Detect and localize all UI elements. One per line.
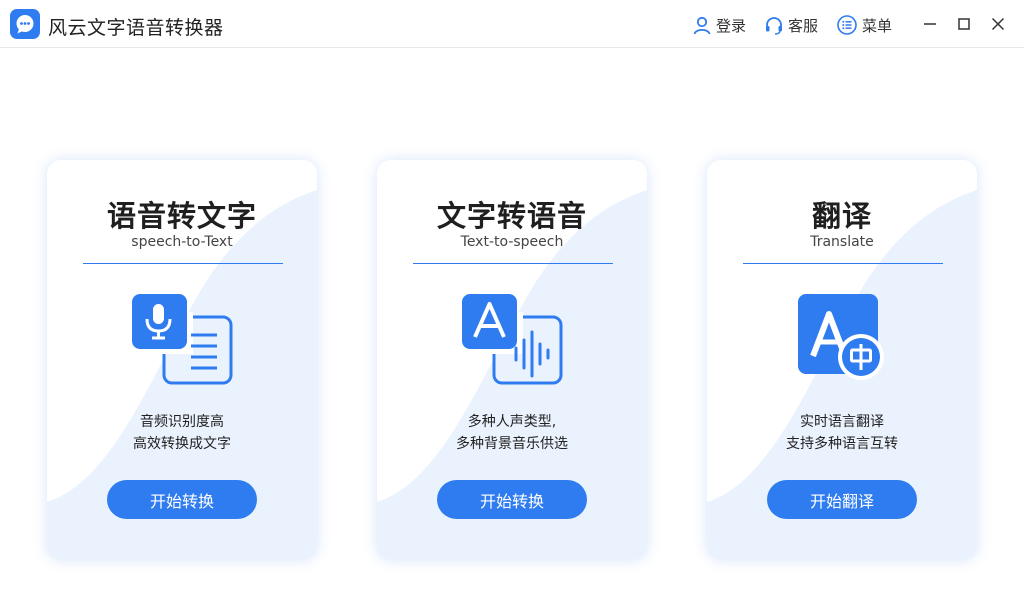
card-description-line: 多种背景音乐供选 bbox=[456, 436, 568, 452]
card-subtitle: speech-to-Text bbox=[131, 234, 233, 250]
user-icon bbox=[693, 16, 711, 35]
menu-label: 菜单 bbox=[862, 16, 893, 35]
card-divider bbox=[413, 263, 613, 264]
close-icon bbox=[991, 17, 1005, 31]
start-convert-button[interactable]: 开始转换 bbox=[437, 480, 587, 519]
card-description: 音频识别度高 高效转换成文字 bbox=[47, 411, 317, 455]
app-logo-icon bbox=[10, 9, 40, 39]
login-label: 登录 bbox=[716, 16, 747, 35]
headset-icon bbox=[766, 17, 782, 35]
card-description-line: 支持多种语言互转 bbox=[786, 436, 898, 452]
menu-button[interactable]: 菜单 bbox=[836, 13, 892, 37]
customer-service-button[interactable]: 客服 bbox=[764, 13, 818, 37]
card-divider bbox=[83, 263, 283, 264]
card-title: 翻译 bbox=[811, 199, 872, 233]
card-title: 语音转文字 bbox=[106, 199, 257, 233]
app-title: 风云文字语音转换器 bbox=[48, 17, 224, 39]
close-button[interactable] bbox=[988, 14, 1008, 34]
text-audio-wave-icon bbox=[462, 294, 563, 385]
card-description: 实时语言翻译 支持多种语言互转 bbox=[707, 411, 977, 455]
card-subtitle: Text-to-speech bbox=[460, 234, 564, 250]
card-description-line: 实时语言翻译 bbox=[800, 414, 884, 430]
login-button[interactable]: 登录 bbox=[692, 13, 746, 37]
microphone-document-icon bbox=[132, 294, 233, 385]
text-to-speech-card: 文字转语音 Text-to-speech 多种人声类型, 多种背景音乐供选 开始… bbox=[377, 160, 647, 560]
card-description-line: 高效转换成文字 bbox=[133, 436, 231, 452]
start-convert-button[interactable]: 开始转换 bbox=[107, 480, 257, 519]
minimize-button[interactable] bbox=[920, 14, 940, 34]
service-label: 客服 bbox=[788, 16, 819, 35]
card-description-line: 音频识别度高 bbox=[140, 414, 224, 430]
maximize-button[interactable] bbox=[954, 14, 974, 34]
speech-to-text-card: 语音转文字 speech-to-Text 音频识别度高 高效转换成文字 开始转换 bbox=[47, 160, 317, 560]
translate-icon bbox=[798, 294, 884, 380]
card-description-line: 多种人声类型, bbox=[467, 414, 557, 430]
card-description: 多种人声类型, 多种背景音乐供选 bbox=[377, 411, 647, 455]
minimize-icon bbox=[924, 23, 936, 25]
title-bar: 风云文字语音转换器 登录 客服 菜单 bbox=[0, 0, 1024, 48]
card-title: 文字转语音 bbox=[436, 199, 587, 233]
translate-card: 翻译 Translate 实时语言翻译 支持多种语言互转 开始翻译 bbox=[707, 160, 977, 560]
start-translate-button[interactable]: 开始翻译 bbox=[767, 480, 917, 519]
menu-list-icon bbox=[837, 15, 857, 35]
card-divider bbox=[743, 263, 943, 264]
maximize-icon bbox=[958, 18, 970, 30]
card-subtitle: Translate bbox=[810, 234, 874, 250]
